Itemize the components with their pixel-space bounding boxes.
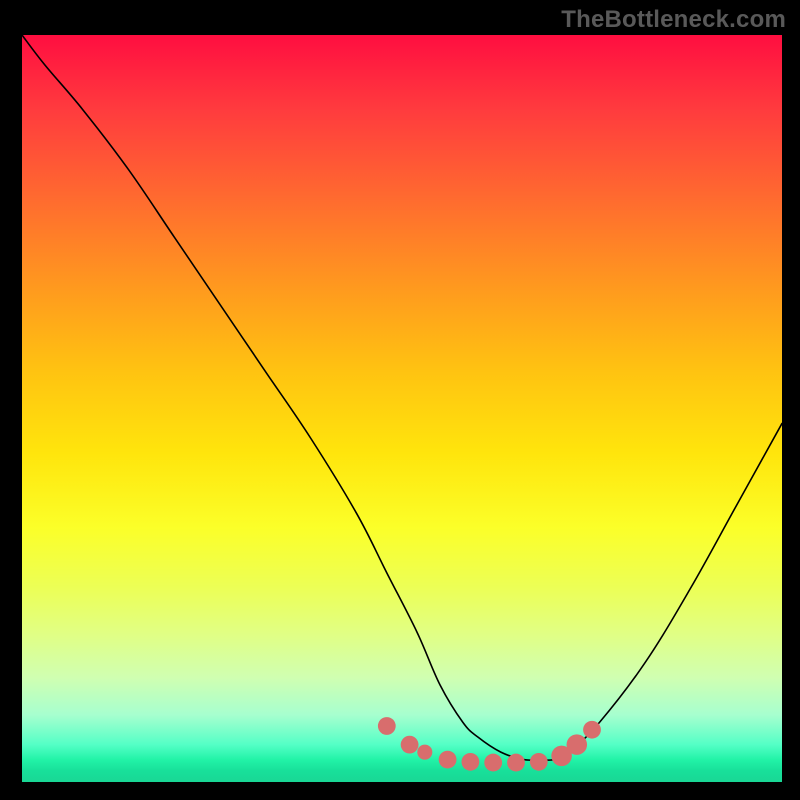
highlight-dot <box>439 751 457 769</box>
highlight-dot <box>530 753 548 771</box>
highlight-dot <box>401 736 419 754</box>
highlight-dot <box>484 754 502 772</box>
highlight-dots <box>22 35 782 782</box>
highlight-dot <box>507 754 525 772</box>
watermark-text: TheBottleneck.com <box>561 6 786 34</box>
highlight-dot <box>462 753 480 771</box>
highlight-dot <box>378 717 396 735</box>
highlight-dot <box>567 734 588 755</box>
highlight-dot <box>583 721 601 739</box>
highlight-dot <box>417 745 432 760</box>
stage: TheBottleneck.com <box>0 0 800 800</box>
plot-area <box>20 33 784 784</box>
